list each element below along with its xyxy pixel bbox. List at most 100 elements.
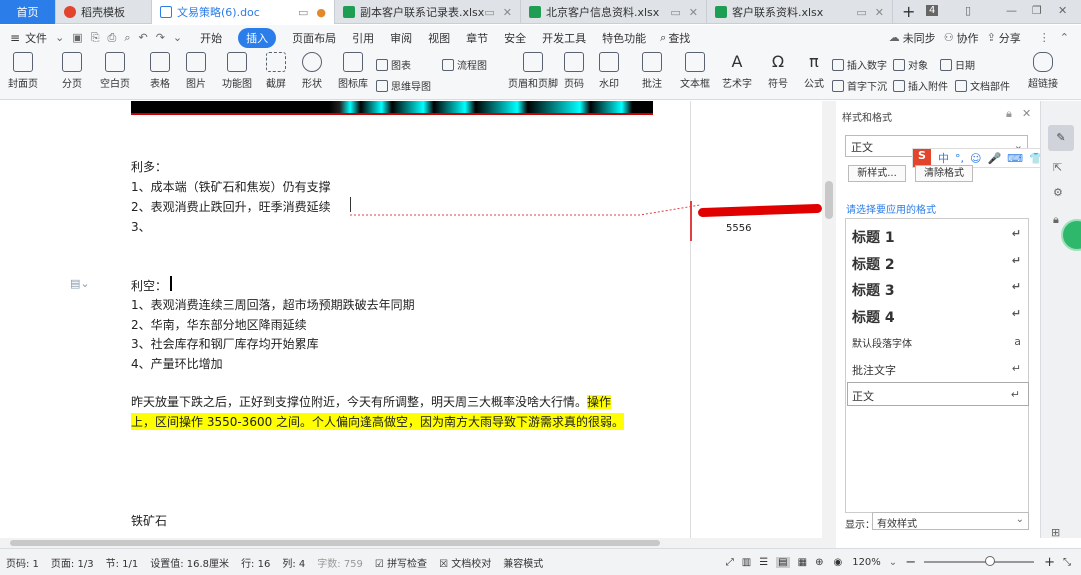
close-icon[interactable]: ✕: [1022, 107, 1031, 120]
status-page-number[interactable]: 页码: 1: [6, 555, 39, 570]
insert-attachment-button[interactable]: 插入附件: [893, 78, 948, 93]
spell-check-button[interactable]: ☑ 拼写检查: [375, 555, 427, 570]
punctuation-icon[interactable]: °,: [955, 152, 964, 165]
menu-security[interactable]: 安全: [504, 30, 526, 46]
share-icon[interactable]: ⇪: [987, 31, 996, 44]
menu-features[interactable]: 特色功能: [602, 30, 646, 46]
outline-icon[interactable]: ☰: [759, 557, 768, 568]
hyperlink-button[interactable]: 超链接: [1028, 52, 1058, 90]
properties-icon[interactable]: ⚙: [1053, 186, 1063, 199]
menu-view[interactable]: 视图: [428, 30, 450, 46]
read-mode-icon[interactable]: ▥: [742, 557, 751, 568]
status-page[interactable]: 页面: 1/3: [51, 555, 94, 570]
shape-button[interactable]: 形状: [302, 52, 322, 90]
flowchart-button[interactable]: 流程图: [442, 57, 487, 72]
menu-developer[interactable]: 开发工具: [542, 30, 586, 46]
collab-button[interactable]: 协作: [957, 30, 979, 46]
textbox-button[interactable]: 文本框: [680, 52, 710, 90]
microphone-icon[interactable]: 🎤: [987, 152, 1001, 165]
insert-number-button[interactable]: 插入数字: [832, 57, 887, 72]
scrollbar-thumb[interactable]: [825, 181, 833, 219]
vertical-scrollbar[interactable]: [822, 101, 836, 538]
style-heading-4[interactable]: 标题 4 ↵: [847, 307, 1029, 327]
table-button[interactable]: 表格: [150, 52, 170, 90]
select-icon[interactable]: ⇱: [1053, 161, 1062, 174]
proofread-button[interactable]: ☒ 文档校对: [439, 555, 491, 570]
formula-button[interactable]: π 公式: [804, 52, 824, 90]
style-heading-1[interactable]: 标题 1 ↵: [847, 227, 1029, 247]
header-footer-button[interactable]: 页眉和页脚: [508, 52, 558, 90]
drop-cap-button[interactable]: 首字下沉: [832, 78, 887, 93]
status-word-count[interactable]: 字数: 759: [317, 555, 363, 570]
collapse-ribbon-icon[interactable]: ⌃: [1060, 31, 1069, 44]
print-icon[interactable]: ⎙: [108, 31, 117, 45]
grid-view-icon[interactable]: ⊞: [1051, 526, 1060, 539]
hamburger-icon[interactable]: ≡: [10, 31, 20, 45]
sync-icon[interactable]: ☁: [889, 31, 900, 44]
function-chart-button[interactable]: 功能图: [222, 52, 252, 90]
menu-page-layout[interactable]: 页面布局: [292, 30, 336, 46]
lock-icon[interactable]: 🔒︎: [1053, 213, 1059, 227]
zoom-slider-thumb[interactable]: [984, 556, 995, 566]
tab-count-badge[interactable]: 4: [926, 5, 939, 16]
zoom-slider[interactable]: [924, 556, 1035, 566]
search-icon[interactable]: ⌕: [660, 31, 666, 45]
date-button[interactable]: 日期: [940, 57, 975, 72]
screenshot-button[interactable]: 截屏: [266, 52, 286, 90]
close-icon[interactable]: ✕: [875, 6, 884, 19]
more-icon[interactable]: ⋮: [1039, 31, 1050, 44]
style-heading-2[interactable]: 标题 2 ↵: [847, 254, 1029, 274]
ime-mode[interactable]: 中: [938, 150, 949, 166]
zoom-in-button[interactable]: +: [1044, 555, 1055, 570]
chevron-down-icon[interactable]: ⌄: [889, 557, 897, 568]
new-style-button[interactable]: 新样式...: [848, 165, 906, 182]
chart-button[interactable]: 图表: [376, 57, 411, 72]
tab-doc-active[interactable]: 文易策略(6).doc ▭ ●: [152, 0, 335, 24]
collab-icon[interactable]: ⚇: [944, 31, 954, 44]
close-icon[interactable]: ✕: [689, 6, 698, 19]
close-icon[interactable]: ✕: [503, 6, 512, 19]
horizontal-scrollbar[interactable]: [0, 538, 836, 548]
fullscreen-icon[interactable]: ⤢: [726, 557, 734, 568]
picture-button[interactable]: 图片: [186, 52, 206, 90]
sync-status[interactable]: 未同步: [903, 30, 936, 46]
menu-start[interactable]: 开始: [200, 30, 222, 46]
menu-reference[interactable]: 引用: [352, 30, 374, 46]
page-view-icon[interactable]: ▤: [776, 556, 790, 568]
show-filter-select[interactable]: 有效样式 ⌄: [872, 512, 1029, 530]
emoji-icon[interactable]: ☺: [970, 152, 981, 165]
share-button[interactable]: 分享: [999, 30, 1021, 46]
menu-file[interactable]: 文件: [25, 30, 47, 46]
export-icon[interactable]: ⎘: [91, 31, 100, 45]
comment-text[interactable]: 5556: [726, 223, 751, 234]
status-row[interactable]: 行: 16: [241, 555, 270, 570]
wordart-button[interactable]: A 艺术字: [722, 52, 752, 90]
preview-icon[interactable]: ⌕: [124, 31, 130, 45]
clear-format-button[interactable]: 清除格式: [915, 165, 973, 182]
restore-button[interactable]: ❐: [1032, 4, 1042, 17]
eye-icon[interactable]: ◉: [833, 557, 842, 568]
tab-xlsx-1[interactable]: 副本客户联系记录表.xlsx ▭ ✕: [335, 0, 521, 24]
zoom-out-button[interactable]: −: [905, 555, 916, 570]
style-heading-3[interactable]: 标题 3 ↵: [847, 280, 1029, 300]
tab-home[interactable]: 首页: [0, 0, 56, 24]
web-view-icon[interactable]: ▦: [798, 557, 807, 568]
floating-assistant-icon[interactable]: [1061, 219, 1081, 251]
zoom-level[interactable]: 120%: [852, 557, 881, 568]
menu-insert[interactable]: 插入: [238, 27, 277, 48]
lock-icon[interactable]: 🔒︎: [1006, 107, 1012, 121]
symbol-button[interactable]: Ω 符号: [768, 52, 788, 90]
window-close-button[interactable]: ✕: [1058, 4, 1067, 17]
chart-image[interactable]: [131, 101, 653, 115]
style-default-font[interactable]: 默认段落字体 a: [847, 335, 1029, 350]
tab-xlsx-3[interactable]: 客户联系资料.xlsx ▭ ✕: [707, 0, 893, 24]
cover-page-button[interactable]: 封面页: [8, 52, 38, 90]
comment-button[interactable]: 批注: [642, 52, 662, 90]
page-break-button[interactable]: 分页: [62, 52, 82, 90]
style-normal-selected[interactable]: 正文 ↵: [847, 382, 1029, 406]
status-section[interactable]: 节: 1/1: [106, 555, 139, 570]
blank-page-button[interactable]: 空白页: [100, 52, 130, 90]
new-tab-button[interactable]: +: [902, 2, 915, 21]
save-icon[interactable]: ▣: [72, 31, 82, 44]
undo-icon[interactable]: ↶: [138, 31, 147, 44]
